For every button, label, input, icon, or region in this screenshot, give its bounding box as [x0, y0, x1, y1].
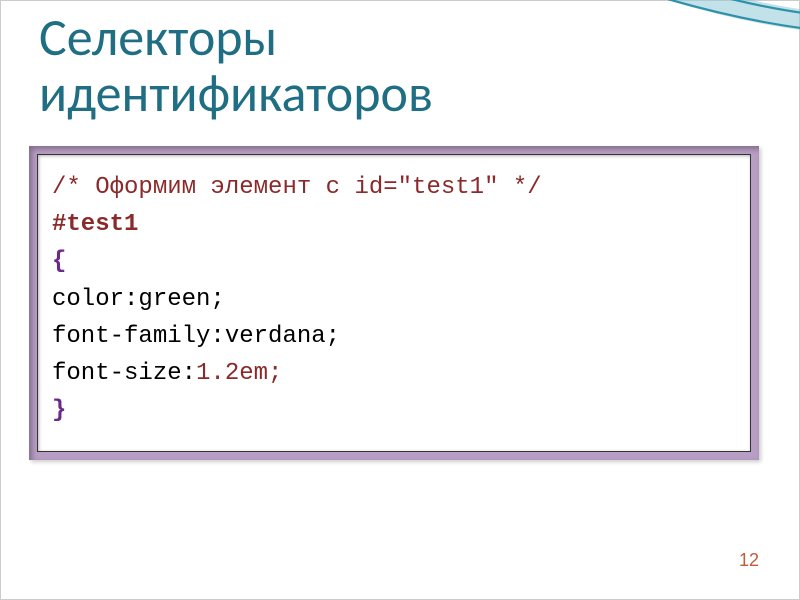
code-brace-open: {	[52, 248, 66, 275]
slide-title: Селекторы идентификаторов	[39, 9, 433, 121]
code-selector: #test1	[52, 211, 138, 238]
code-box: /* Оформим элемент с id="test1" */ #test…	[29, 146, 759, 460]
title-line-1: Селекторы	[39, 5, 277, 69]
code-brace-close: }	[52, 397, 66, 424]
code-prop-color: color:	[52, 286, 138, 313]
code-val-size: 1.2em;	[196, 360, 282, 387]
title-line-2: идентификаторов	[39, 61, 433, 125]
code-val-verdana: verdana;	[225, 323, 340, 350]
code-prop-fontfamily: font-family:	[52, 323, 225, 350]
slide: Селекторы идентификаторов /* Оформим эле…	[0, 0, 800, 600]
code-comment: /* Оформим элемент с id="test1" */	[52, 174, 542, 201]
page-number: 12	[739, 550, 759, 571]
code-content: /* Оформим элемент с id="test1" */ #test…	[37, 154, 751, 452]
code-val-green: green;	[138, 286, 224, 313]
code-prop-fontsize: font-size:	[52, 360, 196, 387]
